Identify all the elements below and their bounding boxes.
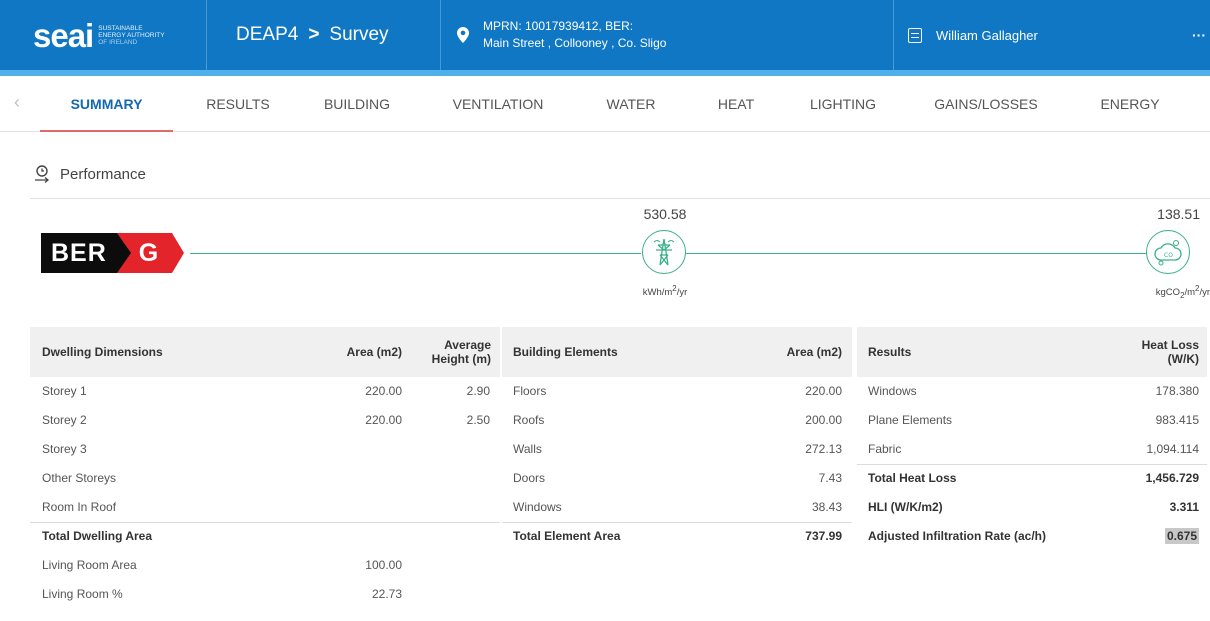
table-row: Room In Roof [42, 500, 117, 514]
tab-building[interactable]: BUILDING [305, 76, 409, 132]
table-row: Fabric 1,094.114 [868, 442, 1199, 456]
performance-heading: Performance [34, 165, 146, 183]
tab-water[interactable]: WATER [586, 76, 676, 132]
tab-heat[interactable]: HEAT [694, 76, 778, 132]
table-header: Dwelling Dimensions Area (m2) Average He… [30, 327, 500, 377]
mprn-line: MPRN: 10017939412, BER: [483, 19, 634, 33]
user-menu[interactable]: William Gallagher [908, 0, 1038, 70]
performance-track [686, 253, 1146, 254]
column-header-elements: Building Elements [513, 345, 618, 359]
tab-ventilation[interactable]: VENTILATION [430, 76, 566, 132]
energy-value: 530.58 [643, 206, 687, 222]
logo-subtitle: SUSTAINABLE ENERGY AUTHORITY OF IRELAND [98, 24, 165, 46]
more-options-icon[interactable]: ··· [1192, 0, 1206, 70]
table-header: Results Heat Loss (W/K) [857, 327, 1207, 377]
table-row: Walls 272.13 [513, 442, 842, 456]
total-row: Total Element Area 737.99 [513, 529, 842, 543]
tab-bar: ‹ SUMMARY RESULTS BUILDING VENTILATION W… [0, 76, 1210, 132]
table-row: Other Storeys [42, 471, 117, 485]
building-elements-table: Building Elements Area (m2) Floors 220.0… [502, 327, 852, 551]
breadcrumb-separator: > [308, 24, 320, 45]
performance-clock-icon [35, 165, 50, 183]
header-divider [893, 0, 894, 70]
svg-text:CO: CO [1164, 252, 1173, 259]
seai-logo[interactable]: seai SUSTAINABLE ENERGY AUTHORITY OF IRE… [33, 0, 165, 70]
hli-row: HLI (W/K/m2) 3.311 [868, 500, 1199, 514]
table-row: Storey 1 220.00 2.90 [42, 384, 490, 398]
column-header-area: Area (m2) [346, 345, 402, 359]
performance-title: Performance [60, 165, 146, 183]
table-header: Building Elements Area (m2) [502, 327, 852, 377]
breadcrumb-app[interactable]: DEAP4 [236, 24, 298, 46]
breadcrumb-section[interactable]: Survey [329, 24, 388, 46]
ber-label: BER [41, 233, 117, 273]
table-row: Storey 2 220.00 2.50 [42, 413, 490, 427]
table-row: Roofs 200.00 [513, 413, 842, 427]
location-pin-icon [457, 27, 469, 43]
co2-unit: kgCO2/m2/yr [1155, 284, 1210, 301]
ber-chevron [116, 233, 131, 273]
performance-track [190, 253, 641, 254]
column-header-height: Average Height (m) [431, 338, 491, 366]
ber-rating-tip [172, 233, 185, 273]
tab-summary[interactable]: SUMMARY [40, 76, 173, 132]
ber-rating-badge: BER G [41, 233, 185, 273]
breadcrumb: DEAP4 > Survey [236, 0, 389, 70]
property-address[interactable]: MPRN: 10017939412, BER: Main Street , Co… [457, 0, 666, 70]
energy-unit: kWh/m2/yr [642, 284, 688, 299]
logo-wordmark: seai [33, 16, 94, 54]
table-row: Plane Elements 983.415 [868, 413, 1199, 427]
table-row: Storey 3 [42, 442, 87, 456]
table-row: Windows 38.43 [513, 500, 842, 514]
table-row: Living Room % 22.73 [42, 587, 402, 601]
column-header-results: Results [868, 345, 912, 359]
header-divider [206, 0, 207, 70]
section-divider [30, 198, 1210, 199]
address-line: Main Street , Collooney , Co. Sligo [483, 36, 667, 50]
co2-cloud-icon: CO [1146, 230, 1190, 274]
header-divider [440, 0, 441, 70]
co2-value: 138.51 [1157, 206, 1200, 222]
column-header-heat-loss: Heat Loss (W/K) [1141, 338, 1199, 366]
table-row: Floors 220.00 [513, 384, 842, 398]
total-row: Total Dwelling Area [42, 529, 153, 543]
column-header-area: Area (m2) [786, 345, 842, 359]
table-row: Doors 7.43 [513, 471, 842, 485]
dwelling-dimensions-table: Dwelling Dimensions Area (m2) Average He… [30, 327, 500, 609]
top-app-bar: seai SUSTAINABLE ENERGY AUTHORITY OF IRE… [0, 0, 1210, 74]
infiltration-row: Adjusted Infiltration Rate (ac/h) 0.675 [868, 528, 1199, 544]
tab-gains-losses[interactable]: GAINS/LOSSES [910, 76, 1062, 132]
chevron-left-icon[interactable]: ‹ [14, 92, 20, 113]
energy-pylon-icon [642, 230, 686, 274]
tab-lighting[interactable]: LIGHTING [790, 76, 896, 132]
tab-energy[interactable]: ENERGY [1080, 76, 1180, 132]
table-row: Living Room Area 100.00 [42, 558, 402, 572]
user-name: William Gallagher [936, 27, 1038, 43]
document-icon [908, 27, 922, 43]
table-row: Windows 178.380 [868, 384, 1199, 398]
column-header-dwelling: Dwelling Dimensions [42, 345, 163, 359]
infiltration-value[interactable]: 0.675 [1164, 528, 1199, 544]
total-heat-loss-row: Total Heat Loss 1,456.729 [868, 471, 1199, 485]
tab-results[interactable]: RESULTS [190, 76, 286, 132]
results-table: Results Heat Loss (W/K) Windows 178.380 … [857, 327, 1207, 551]
